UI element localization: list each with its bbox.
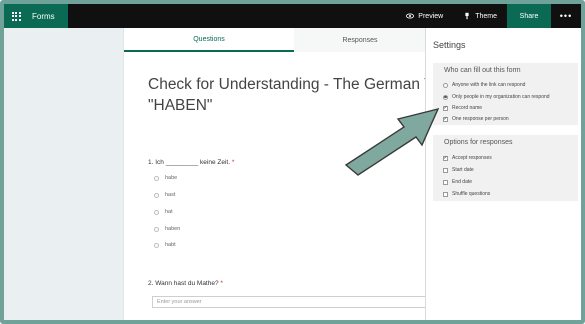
waffle-icon: [11, 11, 21, 21]
options-for-responses-group: Options for responses ✓ Accept responses…: [433, 135, 578, 201]
screenshot-frame: Forms Preview Theme Share ••• Questions …: [0, 0, 585, 324]
option-label: Anyone with the link can respond: [452, 82, 526, 88]
option-label: Only people in my organization can respo…: [452, 94, 550, 100]
accept-responses-checkbox[interactable]: ✓ Accept responses: [443, 155, 492, 161]
group-title: Options for responses: [444, 139, 513, 146]
anyone-with-link-option[interactable]: Anyone with the link can respond: [443, 82, 525, 88]
question-2-title[interactable]: 2. Wann hast du Mathe? *: [148, 280, 223, 287]
option-label: Record name: [452, 105, 483, 111]
one-response-checkbox[interactable]: ✓ One response per person: [443, 116, 509, 122]
checkbox-icon: [443, 191, 448, 197]
group-title: Who can fill out this form: [444, 67, 521, 74]
radio-icon: [154, 242, 159, 248]
form-title-line-1: Check for Understanding - The German Ver: [148, 76, 448, 93]
form-tabs: Questions Responses: [124, 28, 426, 52]
choice-option[interactable]: habt: [154, 242, 176, 248]
option-label: Accept responses: [452, 155, 492, 161]
radio-icon: [154, 226, 159, 232]
preview-label: Preview: [418, 12, 444, 20]
more-options-button[interactable]: •••: [551, 4, 581, 28]
required-marker: *: [231, 159, 235, 166]
top-bar: Forms Preview Theme Share •••: [4, 4, 581, 28]
share-button[interactable]: Share: [507, 4, 551, 28]
option-label: One response per person: [452, 116, 509, 122]
app-launcher-button[interactable]: [4, 4, 28, 28]
choice-label: hat: [165, 209, 173, 215]
tab-responses[interactable]: Responses: [294, 28, 426, 52]
end-date-checkbox[interactable]: End date: [443, 179, 472, 185]
required-marker: *: [220, 280, 223, 287]
theme-label: Theme: [475, 12, 497, 20]
organization-only-option[interactable]: Only people in my organization can respo…: [443, 94, 550, 100]
question-1-title[interactable]: 1. Ich _________ keine Zeit. *: [148, 159, 234, 166]
question-2-text: 2. Wann hast du Mathe?: [148, 280, 219, 287]
choice-label: habt: [165, 242, 176, 248]
settings-title: Settings: [433, 40, 466, 50]
app-name[interactable]: Forms: [28, 4, 68, 28]
choice-option[interactable]: hast: [154, 192, 175, 198]
tab-questions[interactable]: Questions: [124, 28, 294, 52]
who-can-fill-group: Who can fill out this form Anyone with t…: [433, 63, 578, 125]
theme-button[interactable]: Theme: [453, 4, 507, 28]
question-1-text: 1. Ich _________ keine Zeit.: [148, 159, 231, 166]
option-label: End date: [452, 179, 473, 185]
eye-icon: [406, 13, 415, 19]
radio-icon: [154, 192, 159, 198]
start-date-checkbox[interactable]: Start date: [443, 167, 474, 173]
radio-icon: [154, 175, 159, 181]
answer-input[interactable]: Enter your answer: [152, 296, 426, 308]
shuffle-questions-checkbox[interactable]: Shuffle questions: [443, 191, 490, 197]
choice-option[interactable]: haben: [154, 226, 180, 232]
choice-label: haben: [165, 226, 181, 232]
preview-button[interactable]: Preview: [396, 4, 453, 28]
record-name-checkbox[interactable]: ✓ Record name: [443, 105, 482, 111]
choice-option[interactable]: habe: [154, 175, 177, 181]
choice-option[interactable]: hat: [154, 209, 173, 215]
choice-label: habe: [165, 175, 178, 181]
callout-arrow-icon: [344, 107, 440, 176]
choice-label: hast: [165, 192, 176, 198]
radio-icon: [443, 82, 448, 88]
settings-panel: Settings Who can fill out this form Anyo…: [425, 28, 581, 320]
left-pane: [4, 28, 123, 320]
checkbox-icon: [443, 179, 448, 185]
radio-icon: [154, 209, 159, 215]
paint-brush-icon: [465, 12, 469, 20]
option-label: Shuffle questions: [452, 191, 491, 197]
option-label: Start date: [452, 167, 474, 173]
